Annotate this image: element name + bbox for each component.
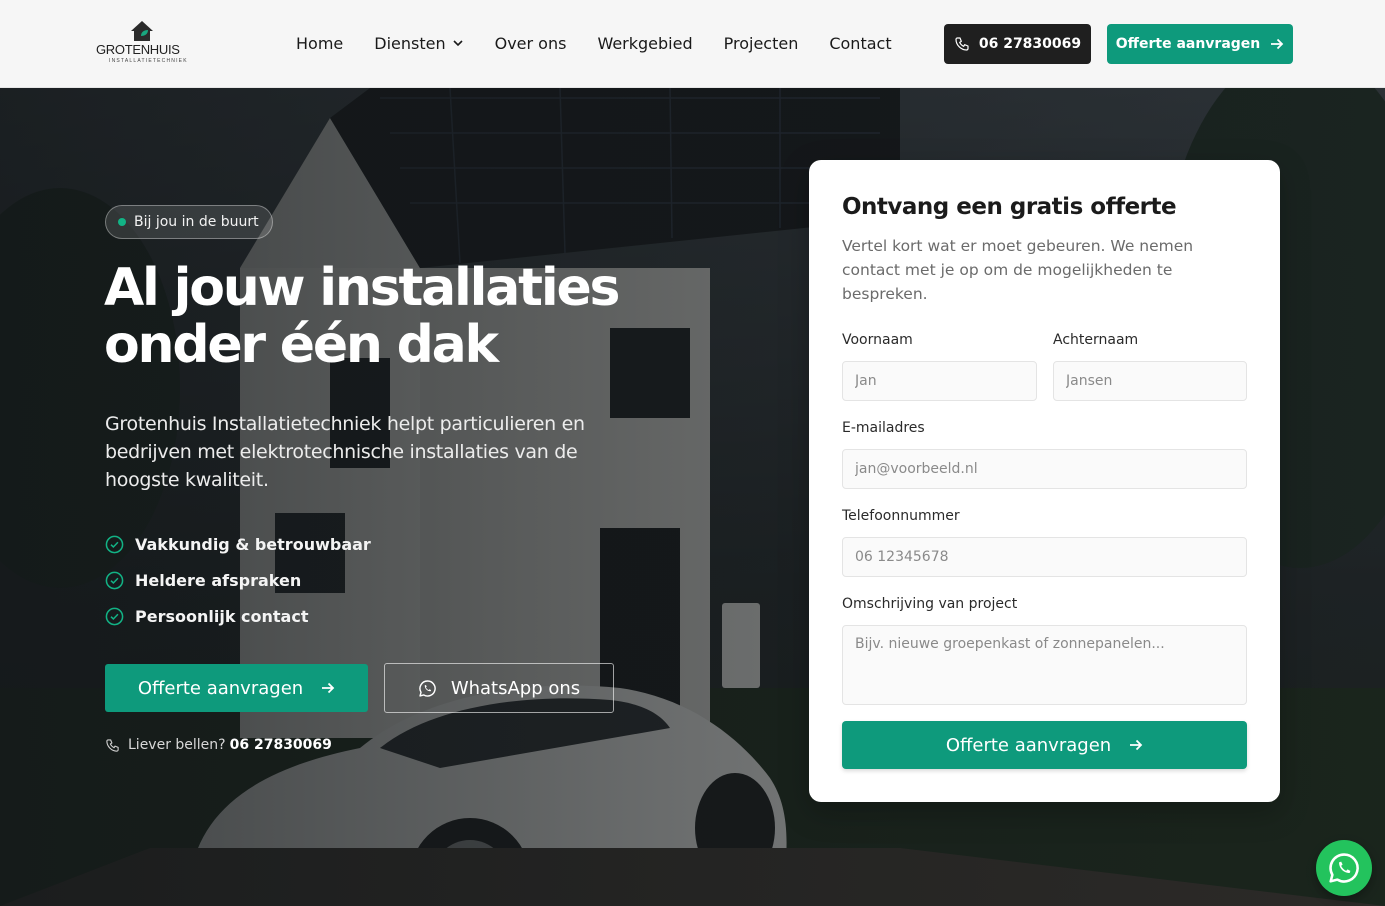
badge-label: Bij jou in de buurt bbox=[134, 214, 259, 230]
hero-offer-label: Offerte aanvragen bbox=[137, 677, 304, 699]
project-description-field[interactable] bbox=[842, 625, 1247, 705]
header-offer-label: Offerte aanvragen bbox=[1115, 36, 1261, 52]
logo-name: GROTENHUIS bbox=[96, 42, 180, 57]
call-prefix: Liever bellen? bbox=[128, 737, 226, 753]
nav-item-home[interactable]: Home bbox=[296, 34, 343, 53]
feature-list: Vakkundig & betrouwbaar Heldere afsprake… bbox=[105, 526, 371, 634]
nav-item-label: Projecten bbox=[723, 33, 799, 53]
header-phone-button[interactable]: 06 27830069 bbox=[944, 24, 1091, 64]
main-nav: Home Diensten Over ons Werkgebied Projec… bbox=[296, 31, 923, 55]
hero-title: Al jouw installaties onder één dak bbox=[104, 260, 744, 374]
hero-title-line1: Al jouw installaties bbox=[104, 258, 620, 318]
first-name-label: Voornaam bbox=[842, 332, 913, 348]
check-circle-icon bbox=[105, 571, 124, 589]
whatsapp-float-button[interactable] bbox=[1316, 840, 1372, 896]
form-subtitle: Vertel kort wat er moet gebeuren. We nem… bbox=[842, 237, 1194, 303]
chevron-down-icon bbox=[453, 40, 463, 47]
header-phone-number: 06 27830069 bbox=[978, 36, 1082, 52]
nav-item-over-ons[interactable]: Over ons bbox=[495, 34, 567, 53]
nav-item-label: Home bbox=[296, 33, 344, 53]
check-circle-icon bbox=[105, 607, 124, 625]
phone-icon bbox=[106, 738, 119, 752]
logo-tagline: INSTALLATIETECHNIEK bbox=[109, 58, 188, 64]
logo[interactable]: GROTENHUIS INSTALLATIETECHNIEK bbox=[96, 20, 188, 68]
feature-label: Heldere afspraken bbox=[135, 570, 302, 590]
hero-offer-button[interactable]: Offerte aanvragen bbox=[105, 664, 368, 712]
feature-label: Vakkundig & betrouwbaar bbox=[135, 534, 371, 554]
feature-item: Heldere afspraken bbox=[105, 562, 371, 598]
nav-item-label: Over ons bbox=[494, 33, 567, 53]
arrow-right-icon bbox=[1271, 38, 1284, 50]
whatsapp-icon bbox=[419, 679, 436, 697]
email-field[interactable] bbox=[842, 449, 1247, 489]
email-label: E-mailadres bbox=[842, 420, 925, 436]
call-line: Liever bellen? 06 27830069 bbox=[105, 737, 332, 753]
submit-label: Offerte aanvragen bbox=[945, 734, 1112, 756]
status-dot bbox=[118, 218, 126, 226]
arrow-right-icon bbox=[1130, 739, 1143, 751]
project-description-label: Omschrijving van project bbox=[842, 596, 1018, 612]
site-header: GROTENHUIS INSTALLATIETECHNIEK Home Dien… bbox=[0, 0, 1385, 88]
nav-item-projecten[interactable]: Projecten bbox=[724, 34, 799, 53]
last-name-label: Achternaam bbox=[1053, 332, 1139, 348]
hero-description: Grotenhuis Installatietechniek helpt par… bbox=[105, 413, 585, 491]
feature-item: Vakkundig & betrouwbaar bbox=[105, 526, 371, 562]
whatsapp-icon bbox=[1329, 853, 1359, 883]
feature-label: Persoonlijk contact bbox=[135, 606, 309, 626]
form-title: Ontvang een gratis offerte bbox=[842, 194, 1177, 220]
header-offer-button[interactable]: Offerte aanvragen bbox=[1107, 24, 1293, 64]
nav-item-contact[interactable]: Contact bbox=[829, 34, 891, 53]
call-number-link[interactable]: 06 27830069 bbox=[230, 737, 332, 753]
nav-item-werkgebied[interactable]: Werkgebied bbox=[597, 34, 692, 53]
hero-section: Bij jou in de buurt Al jouw installaties… bbox=[0, 88, 1385, 906]
check-circle-icon bbox=[105, 535, 124, 553]
whatsapp-label: WhatsApp ons bbox=[450, 677, 581, 699]
feature-item: Persoonlijk contact bbox=[105, 598, 371, 634]
nav-item-label: Diensten bbox=[374, 33, 446, 53]
house-leaf-icon bbox=[131, 21, 153, 41]
last-name-field[interactable] bbox=[1053, 361, 1247, 401]
nav-item-diensten[interactable]: Diensten bbox=[374, 34, 463, 53]
nav-item-label: Werkgebied bbox=[597, 33, 693, 53]
nav-item-label: Contact bbox=[829, 33, 892, 53]
submit-offer-button[interactable]: Offerte aanvragen bbox=[842, 721, 1247, 769]
arrow-right-icon bbox=[322, 682, 335, 694]
location-badge: Bij jou in de buurt bbox=[105, 205, 273, 239]
phone-icon bbox=[955, 37, 969, 51]
phone-label: Telefoonnummer bbox=[842, 508, 960, 524]
whatsapp-button[interactable]: WhatsApp ons bbox=[384, 663, 614, 713]
phone-field[interactable] bbox=[842, 537, 1247, 577]
first-name-field[interactable] bbox=[842, 361, 1037, 401]
hero-title-line2: onder één dak bbox=[104, 315, 499, 375]
quote-form-card: Ontvang een gratis offerte Vertel kort w… bbox=[809, 160, 1280, 802]
